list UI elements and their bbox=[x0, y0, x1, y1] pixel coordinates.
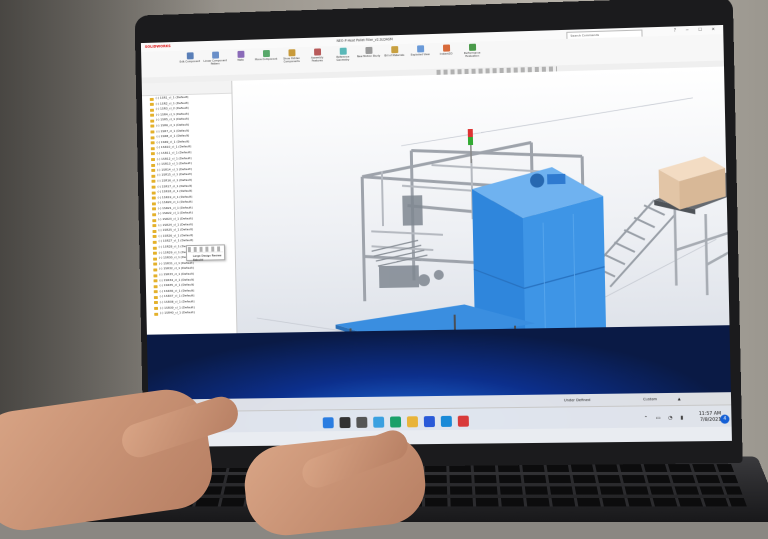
ribbon-button-3[interactable]: Move Component bbox=[254, 49, 278, 62]
ribbon-button-7[interactable]: New Motion Study bbox=[356, 46, 381, 59]
signal-tower bbox=[466, 128, 473, 163]
features-icon bbox=[313, 48, 321, 56]
instant3d-icon bbox=[442, 44, 450, 52]
edit-component-icon bbox=[186, 52, 194, 60]
cardboard-box bbox=[658, 155, 726, 211]
explorer-icon[interactable] bbox=[406, 416, 419, 428]
pattern-icon bbox=[211, 51, 219, 59]
units-dropdown[interactable]: ▲ bbox=[678, 397, 681, 401]
status-state: Under Defined bbox=[563, 398, 591, 403]
reference-icon bbox=[339, 47, 347, 55]
ribbon-button-10[interactable]: Instant3D bbox=[434, 44, 458, 56]
tree-item[interactable]: (-) 1SR40_cl_1 (Default) bbox=[146, 310, 236, 317]
edge-icon[interactable] bbox=[389, 416, 402, 428]
search-icon[interactable] bbox=[339, 417, 351, 429]
mail-icon[interactable] bbox=[440, 415, 452, 427]
store-icon[interactable] bbox=[423, 416, 435, 428]
ribbon-button-label: Move Component bbox=[254, 57, 278, 62]
ribbon-button-label: Performance Evaluation bbox=[463, 51, 481, 59]
task-view-icon[interactable] bbox=[356, 416, 368, 428]
ribbon-button-label: Assembly Features bbox=[310, 56, 324, 63]
ribbon-button-label: Bill of Materials bbox=[384, 53, 405, 58]
ribbon-button-label: Linear Component Pattern bbox=[203, 59, 227, 66]
performance-icon bbox=[468, 43, 476, 51]
window-buttons[interactable]: ? − ☐ ✕ bbox=[674, 26, 719, 32]
bom-icon bbox=[390, 46, 398, 54]
motion-icon bbox=[364, 46, 373, 55]
ribbon-button-label: Exploded View bbox=[410, 53, 430, 57]
ribbon-button-label: Instant3D bbox=[439, 52, 453, 56]
ribbon-button-0[interactable]: Edit Component bbox=[178, 52, 202, 64]
ribbon-button-9[interactable]: Exploded View bbox=[408, 45, 432, 57]
context-item-rebuild[interactable]: Rebuild bbox=[187, 257, 224, 262]
ribbon-button-label: Reference Geometry bbox=[336, 55, 350, 62]
clock[interactable]: 11:57 AM 7/8/2021 bbox=[699, 412, 722, 424]
ribbon-button-label: Mate bbox=[237, 58, 244, 62]
system-tray-icons[interactable]: ⌃ ▭ ◔ ▮ bbox=[644, 415, 687, 422]
app-logo: SOLIDWORKS bbox=[144, 44, 171, 49]
ribbon-button-label: Edit Component bbox=[179, 60, 201, 64]
ribbon-button-11[interactable]: Performance Evaluation bbox=[460, 43, 484, 58]
widgets-icon[interactable] bbox=[373, 416, 385, 428]
mate-icon bbox=[236, 50, 244, 58]
ribbon-button-6[interactable]: Reference Geometry bbox=[331, 47, 355, 62]
context-menu: Large Design Review Rebuild bbox=[185, 244, 226, 262]
ribbon-button-8[interactable]: Bill of Materials bbox=[382, 46, 406, 58]
ribbon-button-2[interactable]: Mate bbox=[229, 50, 253, 63]
ribbon-button-4[interactable]: Show Hidden Components bbox=[280, 49, 304, 64]
assembly-model[interactable] bbox=[232, 67, 730, 334]
notification-badge[interactable]: 4 bbox=[720, 414, 730, 424]
show-hidden-icon bbox=[287, 49, 295, 57]
feature-manager-tree: (-) 1SR1_cl_1 (Default) (-) 1SR2_cl_1 (De… bbox=[141, 80, 238, 335]
ribbon-button-label: Show Hidden Components bbox=[283, 57, 301, 64]
ribbon-button-1[interactable]: Linear Component Pattern bbox=[203, 51, 227, 66]
move-icon bbox=[262, 49, 270, 58]
start-icon[interactable] bbox=[322, 417, 334, 429]
screen: SOLIDWORKS NEO-P-Heat Pallet Filler_v2.S… bbox=[140, 24, 732, 448]
solidworks-icon[interactable] bbox=[457, 415, 469, 427]
ribbon-button-label: New Motion Study bbox=[356, 54, 381, 59]
explode-icon bbox=[416, 45, 424, 53]
graphics-area[interactable] bbox=[232, 66, 730, 334]
units-label[interactable]: Custom bbox=[643, 397, 657, 401]
document-title: NEO-P-Heat Pallet Filler_v2.SLDASM bbox=[336, 37, 393, 43]
blue-enclosure bbox=[472, 165, 607, 334]
clock-date: 7/8/2021 bbox=[700, 417, 722, 423]
context-toolbar[interactable] bbox=[187, 246, 224, 254]
ribbon-button-5[interactable]: Assembly Features bbox=[305, 48, 329, 63]
